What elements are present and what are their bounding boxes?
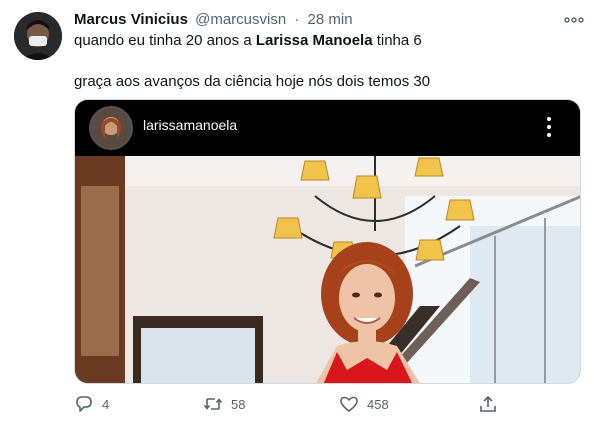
instagram-menu-icon — [545, 114, 553, 140]
tweet-text-part: quando eu tinha 20 anos a — [74, 32, 256, 49]
instagram-username: larissamanoela — [143, 117, 238, 133]
like-button[interactable]: 458 — [339, 392, 389, 416]
more-options-icon[interactable] — [563, 13, 585, 27]
tweet-text-line-1: quando eu tinha 20 anos a Larissa Manoel… — [74, 31, 422, 51]
tweet-text-line-2: graça aos avanços da ciência hoje nós do… — [74, 73, 431, 90]
reply-icon — [74, 394, 94, 414]
author-name[interactable]: Marcus Vinicius — [74, 11, 188, 28]
media-photo — [75, 156, 580, 383]
mentioned-name: Larissa Manoela — [255, 32, 373, 49]
retweet-icon — [203, 394, 223, 414]
like-count: 458 — [367, 396, 389, 412]
separator-dot: · — [294, 11, 300, 28]
tweet-text-part: tinha 6 — [372, 32, 422, 49]
share-icon — [478, 394, 498, 414]
tweet-header: Marcus Vinicius @marcusvisn · 28 min — [74, 10, 353, 30]
tweet-media[interactable]: larissamanoela — [74, 99, 581, 384]
retweet-button[interactable]: 58 — [203, 392, 245, 416]
instagram-header: larissamanoela — [75, 100, 580, 156]
share-button[interactable] — [478, 392, 498, 416]
tweet-time[interactable]: 28 min — [308, 11, 353, 28]
like-icon — [339, 394, 359, 414]
retweet-count: 58 — [231, 396, 246, 412]
tweet-actions: 4 58 458 — [0, 392, 594, 420]
reply-count: 4 — [102, 396, 110, 412]
author-handle[interactable]: @marcusvisn — [195, 11, 286, 28]
reply-button[interactable]: 4 — [74, 392, 109, 416]
author-avatar[interactable] — [14, 12, 62, 60]
tweet: Marcus Vinicius @marcusvisn · 28 min qua… — [0, 0, 594, 424]
instagram-avatar — [89, 106, 133, 150]
